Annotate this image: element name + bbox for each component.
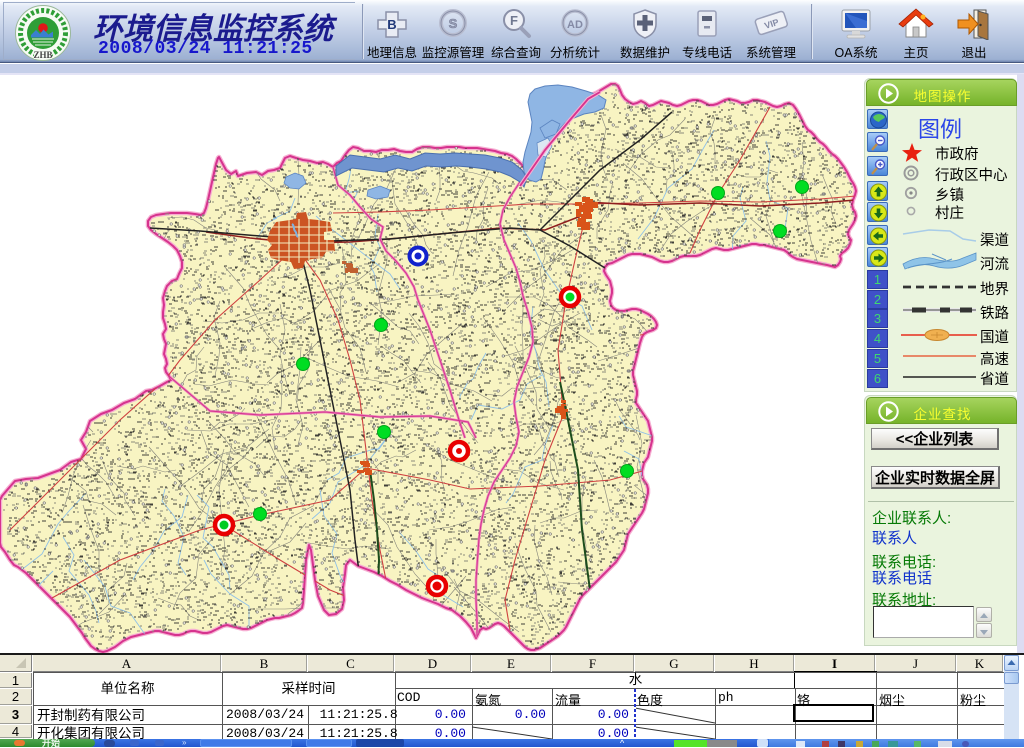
svg-text:F: F (510, 13, 518, 28)
svg-text:B: B (387, 17, 396, 32)
svg-text:ZHB: ZHB (33, 50, 52, 60)
svg-text:AD: AD (567, 19, 583, 31)
svg-text:S: S (449, 16, 458, 31)
